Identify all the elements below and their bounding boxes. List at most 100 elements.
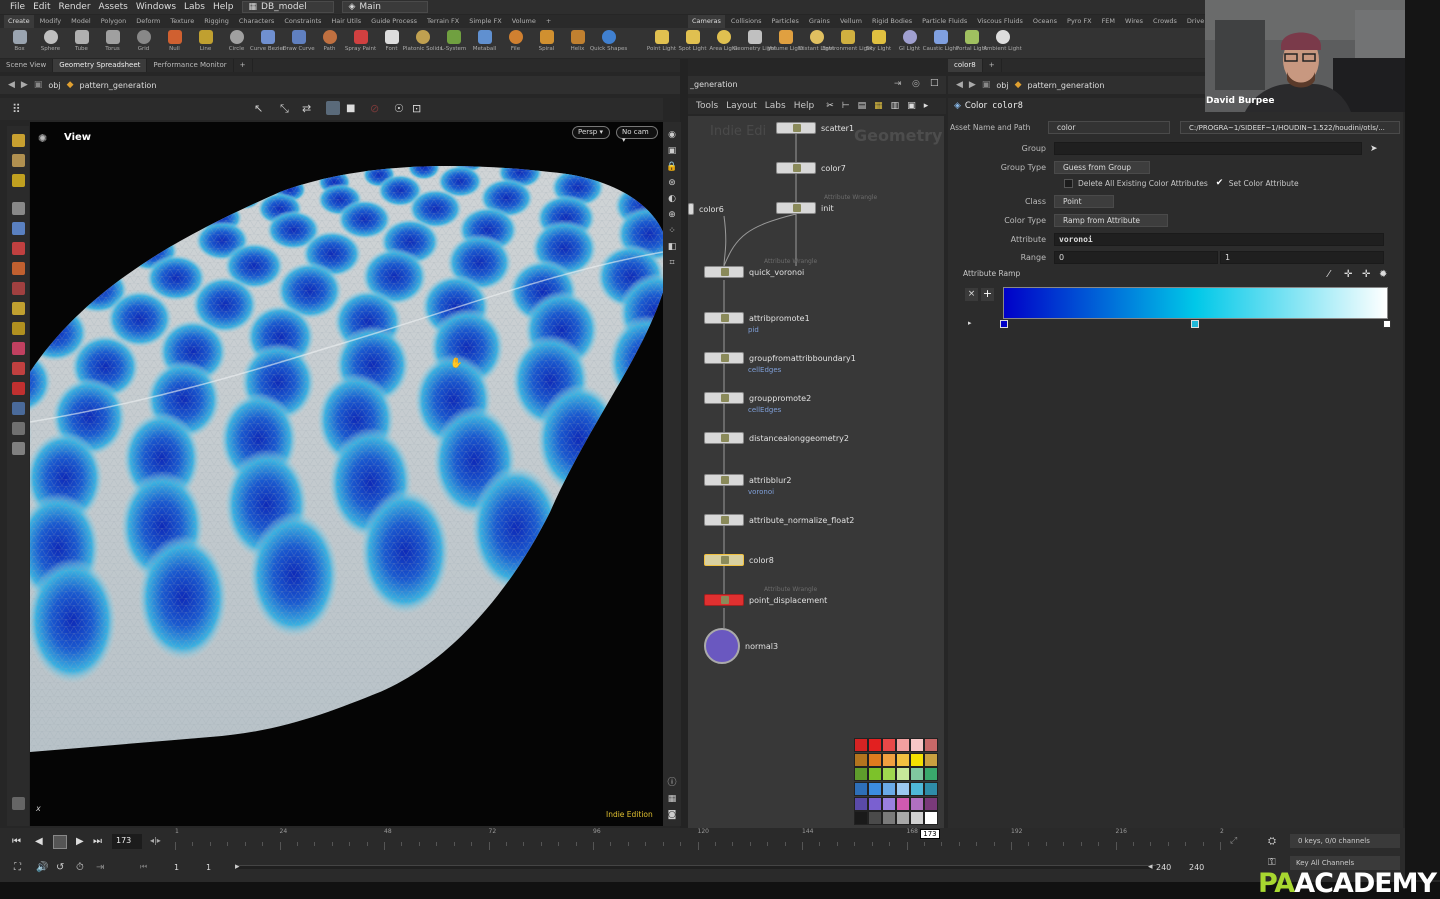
group-field[interactable] (1054, 142, 1362, 155)
tool-scale-icon[interactable] (11, 282, 25, 295)
range-slider[interactable] (236, 865, 1156, 869)
shelf-tab[interactable]: Rigid Bodies (868, 15, 916, 28)
network-path-node[interactable]: _generation (690, 80, 738, 89)
shelf-tab[interactable]: Pyro FX (1063, 15, 1096, 28)
network-node[interactable]: init (776, 202, 834, 214)
ramp-key-0[interactable] (1000, 320, 1008, 328)
node-body[interactable] (704, 628, 740, 664)
network-node[interactable]: attribblur2 (704, 474, 792, 486)
palette-swatch[interactable] (882, 796, 896, 811)
node-body[interactable] (776, 162, 816, 174)
shelf-tab[interactable]: Modify (36, 15, 66, 28)
key-icon[interactable]: ⚿ (1268, 857, 1276, 868)
tool-snap-icon[interactable] (11, 362, 25, 375)
network-tree-icon[interactable]: ⊢ (842, 101, 850, 111)
network-menu-labs[interactable]: Labs (765, 101, 786, 111)
shelf-tab[interactable]: Cameras (688, 15, 725, 28)
tool-select-mode-icon[interactable] (11, 174, 25, 187)
asset-name-field[interactable]: color (1048, 121, 1170, 134)
menu-edit[interactable]: Edit (33, 2, 50, 12)
realtime-icon[interactable]: ⏱ (76, 862, 84, 873)
snap-icon[interactable]: ⤡ (280, 102, 289, 116)
network-node[interactable]: color6 (688, 203, 724, 215)
palette-swatch[interactable] (924, 767, 938, 782)
set-color-checkbox[interactable]: ✔ (1216, 179, 1225, 188)
shelf-tool-button[interactable]: Box (4, 28, 35, 58)
node-name[interactable]: scatter1 (821, 124, 854, 133)
shelf-tab[interactable]: FEM (1098, 15, 1119, 28)
network-grid-icon[interactable]: ▦ (874, 101, 883, 111)
network-view-icon[interactable]: ▣ (907, 101, 916, 111)
palette-swatch[interactable] (924, 796, 938, 811)
ramp-add-key-icon[interactable]: ✛ (1344, 269, 1352, 280)
key-filter-icon[interactable]: ⛶ (14, 862, 21, 873)
palette-swatch[interactable] (882, 811, 896, 826)
keyframe-icon[interactable]: ⇥ (96, 862, 104, 873)
palette-swatch[interactable] (910, 752, 924, 767)
node-body[interactable] (704, 514, 744, 526)
range-end-handle[interactable]: ◂ (1148, 862, 1153, 872)
node-name[interactable]: grouppromote2 (749, 394, 811, 403)
persp-menu[interactable]: Persp ▾ (572, 126, 610, 139)
shelf-tool-button[interactable]: Spiral (531, 28, 562, 58)
frame-field[interactable]: 173 (112, 834, 142, 849)
start-frame[interactable]: 1 (174, 863, 179, 872)
record-icon[interactable]: ⊘ (370, 102, 379, 115)
palette-swatch[interactable] (882, 767, 896, 782)
end-frame-2[interactable]: 240 (1189, 863, 1204, 872)
ramp-key-2[interactable] (1383, 320, 1391, 328)
network-node[interactable]: point_displacement (704, 594, 827, 606)
shelf-tool-button[interactable]: Font (376, 28, 407, 58)
shelf-tool-button[interactable]: Tube (66, 28, 97, 58)
loop-icon[interactable]: ↺ (56, 862, 64, 873)
shelf-tool-button[interactable]: Null (159, 28, 190, 58)
current-frame-marker[interactable]: 173 (920, 829, 940, 839)
tool-settings-icon[interactable] (11, 797, 25, 810)
ramp-key-1[interactable] (1191, 320, 1199, 328)
pane-divider[interactable] (680, 59, 688, 839)
palette-swatch[interactable] (882, 738, 896, 752)
node-name[interactable]: color8 (992, 101, 1023, 111)
add-param-tab-button[interactable]: + (983, 59, 1002, 72)
tool-magnet-icon[interactable] (11, 382, 25, 395)
visibility-icon[interactable]: ◉ (668, 130, 676, 140)
shelf-tab[interactable]: Terrain FX (423, 15, 463, 28)
tab-performance-monitor[interactable]: Performance Monitor (147, 59, 234, 72)
palette-swatch[interactable] (924, 781, 938, 796)
node-body[interactable] (704, 594, 744, 606)
layout-icon[interactable]: ▦ (668, 794, 677, 804)
palette-swatch[interactable] (868, 811, 882, 826)
palette-swatch[interactable] (882, 752, 896, 767)
palette-swatch[interactable] (910, 767, 924, 782)
tool-brush-icon[interactable] (11, 322, 25, 335)
shelf-tab[interactable]: Model (67, 15, 95, 28)
shelf-tool-button[interactable]: Portal Light (956, 28, 987, 58)
tool-rotate-icon[interactable] (11, 262, 25, 275)
camera-view-icon[interactable]: ◙ (668, 810, 677, 820)
jump-end-icon[interactable]: ⏭ (93, 836, 102, 847)
node-body[interactable] (704, 392, 744, 404)
shelf-tab[interactable]: Create (4, 15, 34, 28)
transform-icon[interactable]: ⇄ (302, 102, 311, 115)
shading-icon[interactable]: ■ (346, 103, 355, 114)
tool-light-icon[interactable] (11, 422, 25, 435)
node-body[interactable] (776, 122, 816, 134)
menu-assets[interactable]: Assets (99, 2, 128, 12)
shade-icon[interactable]: ◐ (668, 194, 676, 204)
network-node[interactable]: quick_voronoi (704, 266, 804, 278)
param-path-node[interactable]: pattern_generation (1027, 81, 1104, 90)
node-name[interactable]: distancealonggeometry2 (749, 434, 849, 443)
network-maximize-icon[interactable]: □ (930, 78, 939, 88)
face-icon[interactable]: ◧ (668, 242, 677, 252)
shelf-tool-button[interactable]: Spot Light (677, 28, 708, 58)
palette-swatch[interactable] (910, 796, 924, 811)
group-select-arrow-icon[interactable]: ➤ (1370, 144, 1378, 154)
network-help-icon[interactable]: ◎ (912, 79, 920, 89)
network-more-icon[interactable]: ▸ (924, 101, 929, 111)
normals-icon[interactable]: ⊕ (668, 210, 676, 220)
tool-move-icon[interactable] (11, 242, 25, 255)
stop-button[interactable] (53, 835, 67, 849)
shelf-tool-button[interactable]: File (500, 28, 531, 58)
network-menu-layout[interactable]: Layout (726, 101, 757, 111)
tool-render-region-icon[interactable] (11, 342, 25, 355)
